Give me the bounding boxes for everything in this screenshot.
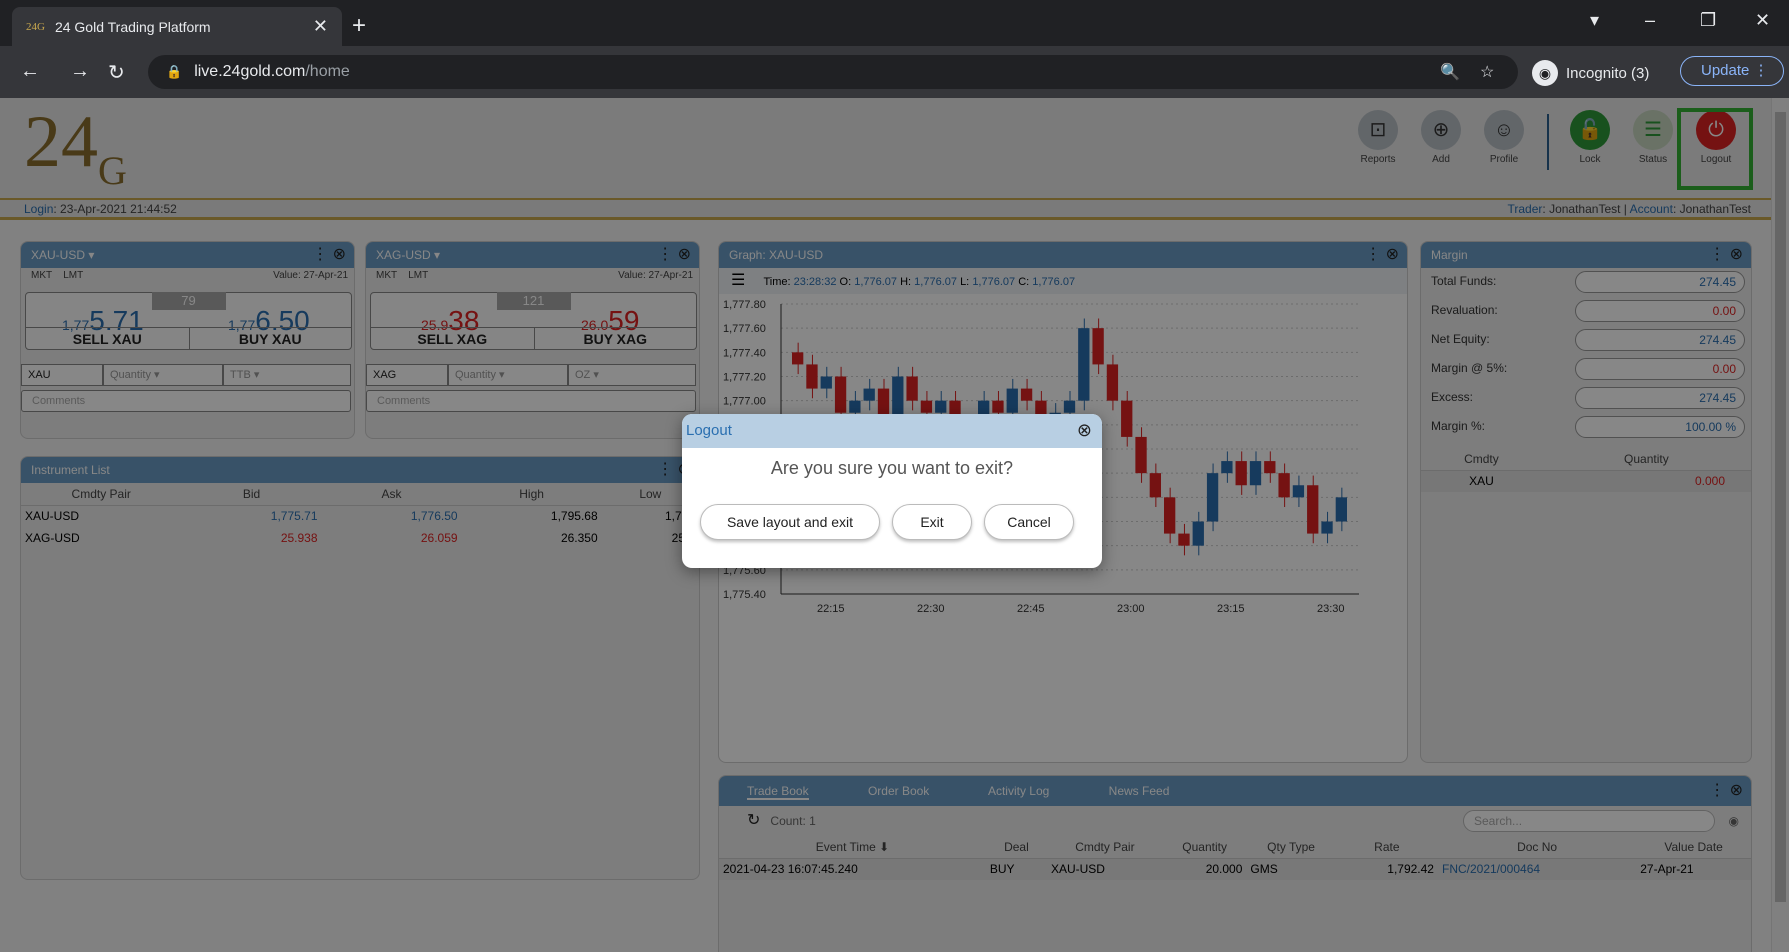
exit-button[interactable]: Exit [892, 504, 972, 540]
close-circle-icon[interactable]: ⊗ [1077, 420, 1092, 441]
cancel-button[interactable]: Cancel [984, 504, 1074, 540]
save-layout-exit-button[interactable]: Save layout and exit [700, 504, 880, 540]
forward-icon[interactable]: → [70, 60, 90, 83]
bookmark-star-icon[interactable]: ☆ [1480, 62, 1494, 82]
new-tab-icon[interactable]: + [352, 12, 366, 40]
browser-tab[interactable]: 24G 24 Gold Trading Platform ✕ [12, 7, 342, 46]
close-window-icon[interactable]: ✕ [1755, 10, 1770, 31]
dialog-title: Logout [682, 414, 1102, 448]
browser-toolbar: ← → ↻ 🔒 live.24gold.com/home 🔍 ☆ ◉ Incog… [0, 46, 1789, 98]
url-path: /home [305, 63, 350, 80]
address-bar[interactable]: 🔒 live.24gold.com/home 🔍 ☆ [148, 55, 1518, 89]
dialog-question: Are you sure you want to exit? [770, 458, 1014, 478]
minimize-icon[interactable]: – [1645, 10, 1655, 31]
favicon: 24G [26, 20, 45, 33]
update-button[interactable]: Update ⋮ [1680, 56, 1784, 86]
restore-icon[interactable]: ❐ [1700, 10, 1716, 31]
tab-close-icon[interactable]: ✕ [313, 16, 328, 37]
lock-icon: 🔒 [166, 64, 183, 79]
profile-menu-icon[interactable]: ▾ [1590, 10, 1599, 31]
logout-dialog: Logout ⊗ Are you sure you want to exit? … [682, 414, 1102, 568]
incognito-indicator[interactable]: ◉ Incognito (3) [1532, 60, 1649, 86]
back-icon[interactable]: ← [20, 60, 40, 83]
browser-tabstrip: 24G 24 Gold Trading Platform ✕ + ▾ – ❐ ✕ [0, 0, 1789, 46]
tab-title: 24 Gold Trading Platform [54, 18, 211, 35]
incognito-label: Incognito (3) [1566, 64, 1650, 82]
incognito-icon: ◉ [1532, 60, 1558, 86]
reload-icon[interactable]: ↻ [108, 60, 125, 85]
zoom-icon[interactable]: 🔍 [1440, 62, 1460, 82]
update-label: Update [1701, 62, 1750, 79]
url-host: live.24gold.com [194, 63, 306, 80]
